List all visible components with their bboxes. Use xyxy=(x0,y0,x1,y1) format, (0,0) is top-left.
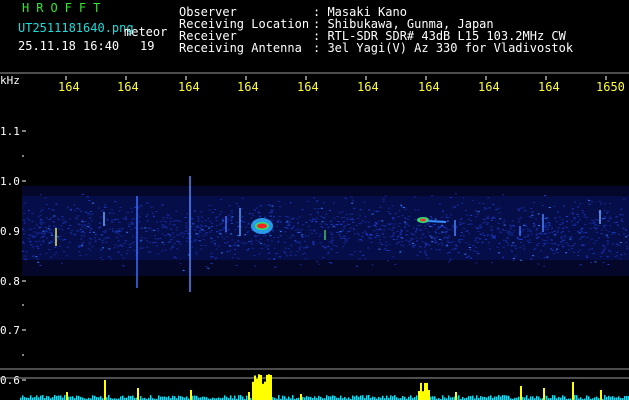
spectrogram-plot xyxy=(0,72,629,400)
spectrogram-screen: HROFFT UT2511181640.png meteor 25.11.18 … xyxy=(0,0,629,400)
time-tick-marks xyxy=(65,76,607,80)
